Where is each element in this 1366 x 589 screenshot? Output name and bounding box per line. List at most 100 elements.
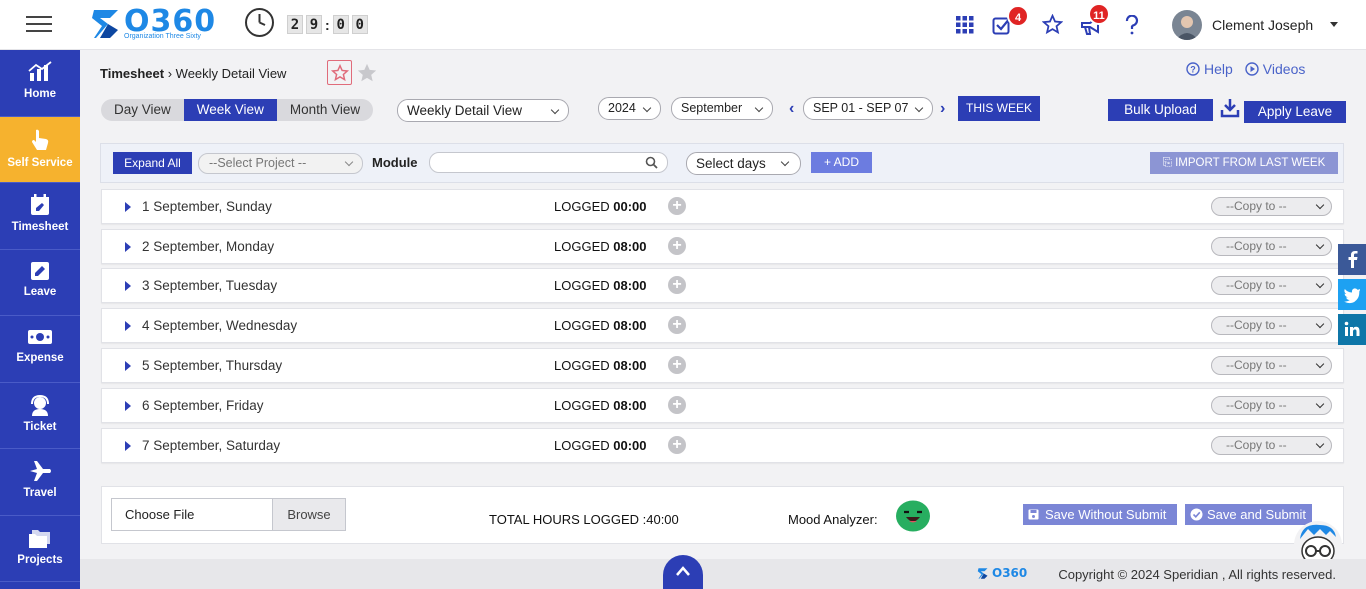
session-timer: 2 9 : 0 0: [287, 15, 368, 34]
search-icon[interactable]: [645, 156, 658, 169]
footer-logo-mark-icon: [977, 567, 988, 579]
file-upload[interactable]: Choose File Browse: [111, 498, 346, 531]
day-name: 2 September, Monday: [142, 239, 275, 254]
linkedin-share-button[interactable]: [1338, 314, 1366, 345]
facebook-share-button[interactable]: [1338, 244, 1366, 275]
sidebar-item-label: Projects: [17, 553, 63, 566]
day-row: 3 September, Tuesday LOGGED 08:00 + --Co…: [101, 268, 1344, 303]
sidebar-item-timesheet[interactable]: Timesheet: [0, 183, 80, 250]
sidebar-item-label: Expense: [16, 352, 64, 364]
svg-text:?: ?: [1190, 65, 1196, 75]
copy-to-select[interactable]: --Copy to --: [1211, 396, 1332, 415]
play-circle-icon: [1245, 62, 1259, 76]
project-select[interactable]: --Select Project --: [198, 153, 363, 174]
breadcrumb-root[interactable]: Timesheet: [100, 66, 164, 81]
star-filled-icon[interactable]: [356, 62, 378, 84]
sidebar-item-leave[interactable]: Leave: [0, 250, 80, 316]
expand-caret-icon[interactable]: [125, 202, 131, 212]
logo-mark-icon: [92, 10, 118, 38]
add-entry-icon[interactable]: +: [668, 276, 686, 294]
browse-button[interactable]: Browse: [272, 499, 345, 530]
apps-grid-icon[interactable]: [956, 16, 974, 34]
copyright-text: Copyright © 2024 Speridian , All rights …: [1058, 567, 1336, 582]
next-week-icon[interactable]: ›: [940, 100, 945, 118]
sidebar-item-ticket[interactable]: Ticket: [0, 383, 80, 449]
save-without-submit-button[interactable]: Save Without Submit: [1023, 504, 1177, 525]
timer-digit: 2: [287, 15, 303, 34]
copy-to-select[interactable]: --Copy to --: [1211, 197, 1332, 216]
add-entry-icon[interactable]: +: [668, 237, 686, 255]
expand-caret-icon[interactable]: [125, 401, 131, 411]
money-icon: [28, 330, 52, 344]
prev-week-icon[interactable]: ‹: [789, 100, 794, 118]
module-search-input[interactable]: [429, 152, 668, 173]
logged-hours: LOGGED 08:00: [554, 398, 647, 413]
view-switcher: Day View Week View Month View: [101, 99, 374, 121]
day-name: 6 September, Friday: [142, 398, 264, 413]
month-select[interactable]: September: [671, 97, 773, 120]
avatar[interactable]: [1172, 10, 1202, 40]
mood-label: Mood Analyzer:: [788, 512, 878, 527]
logged-hours: LOGGED 00:00: [554, 438, 647, 453]
twitter-icon: [1344, 288, 1360, 304]
menu-icon[interactable]: [26, 16, 52, 34]
favorite-star-icon[interactable]: [1042, 14, 1063, 35]
expand-caret-icon[interactable]: [125, 242, 131, 252]
expand-caret-icon[interactable]: [125, 361, 131, 371]
import-last-week-button[interactable]: ⎘ IMPORT FROM LAST WEEK: [1150, 152, 1338, 174]
scroll-top-button[interactable]: [663, 555, 703, 589]
mood-face-icon[interactable]: [895, 500, 931, 532]
sidebar-item-home[interactable]: Home: [0, 50, 80, 117]
expand-all-button[interactable]: Expand All: [113, 152, 192, 174]
sidebar-item-self-service[interactable]: Self Service: [0, 116, 80, 183]
twitter-share-button[interactable]: [1338, 279, 1366, 310]
top-bar: O360 Organization Three Sixty 2 9 : 0 0 …: [0, 0, 1366, 50]
add-button[interactable]: + ADD: [811, 152, 872, 173]
add-entry-icon[interactable]: +: [668, 436, 686, 454]
help-question-icon[interactable]: [1124, 15, 1140, 36]
view-type-select[interactable]: Weekly Detail View: [397, 99, 569, 122]
month-view-button[interactable]: Month View: [276, 99, 374, 121]
submit-panel: Choose File Browse TOTAL HOURS LOGGED :4…: [101, 486, 1344, 544]
module-label: Module: [372, 155, 418, 170]
announcement-badge: 11: [1088, 3, 1110, 25]
bulk-upload-button[interactable]: Bulk Upload: [1108, 99, 1213, 121]
footer-logo-text: O360: [992, 566, 1028, 580]
add-entry-icon[interactable]: +: [668, 356, 686, 374]
week-view-button[interactable]: Week View: [183, 99, 277, 121]
add-entry-icon[interactable]: +: [668, 396, 686, 414]
help-link[interactable]: ? Help: [1186, 61, 1233, 77]
copy-to-select[interactable]: --Copy to --: [1211, 316, 1332, 335]
clock-icon: [245, 8, 274, 37]
expand-caret-icon[interactable]: [125, 321, 131, 331]
sidebar-item-projects[interactable]: Projects: [0, 516, 80, 582]
day-view-button[interactable]: Day View: [101, 99, 184, 121]
copy-to-select[interactable]: --Copy to --: [1211, 237, 1332, 256]
user-menu-caret-icon[interactable]: [1330, 22, 1338, 27]
expand-caret-icon[interactable]: [125, 441, 131, 451]
select-days-dropdown[interactable]: Select days: [686, 152, 801, 175]
tasks-badge: 4: [1007, 5, 1029, 27]
logged-hours: LOGGED 08:00: [554, 358, 647, 373]
copy-to-select[interactable]: --Copy to --: [1211, 276, 1332, 295]
add-entry-icon[interactable]: +: [668, 197, 686, 215]
chevron-up-icon: [676, 566, 690, 576]
day-name: 7 September, Saturday: [142, 438, 281, 453]
copy-to-select[interactable]: --Copy to --: [1211, 356, 1332, 375]
this-week-button[interactable]: THIS WEEK: [958, 96, 1040, 121]
copy-to-select[interactable]: --Copy to --: [1211, 436, 1332, 455]
expand-caret-icon[interactable]: [125, 281, 131, 291]
apply-leave-button[interactable]: Apply Leave: [1244, 101, 1346, 123]
day-row: 6 September, Friday LOGGED 08:00 + --Cop…: [101, 388, 1344, 423]
add-entry-icon[interactable]: +: [668, 316, 686, 334]
year-select[interactable]: 2024: [598, 97, 661, 120]
videos-link[interactable]: Videos: [1245, 61, 1305, 77]
download-icon[interactable]: [1220, 98, 1240, 118]
week-range-select[interactable]: SEP 01 - SEP 07: [803, 97, 933, 120]
sidebar-item-travel[interactable]: Travel: [0, 449, 80, 516]
breadcrumb: Timesheet › Weekly Detail View: [100, 66, 286, 81]
add-favorite-button[interactable]: [327, 60, 352, 85]
user-name[interactable]: Clement Joseph: [1212, 17, 1313, 33]
sidebar-item-expense[interactable]: Expense: [0, 316, 80, 383]
app-logo[interactable]: O360 Organization Three Sixty: [90, 6, 225, 44]
